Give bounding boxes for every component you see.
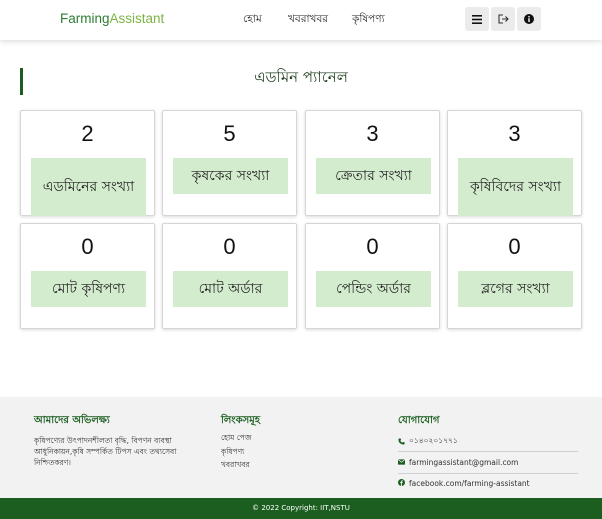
footer-link-products[interactable]: কৃষিপণ্য [221,447,244,459]
stat-card-agriculturists: 3 কৃষিবিদের সংখ্যা [447,110,582,216]
brand-part1: Farming [60,11,110,26]
footer-email[interactable]: farmingassistant@gmail.com [397,458,578,467]
brand-part2: Assistant [109,11,165,26]
footer-divider [398,451,578,452]
footer-email-text: farmingassistant@gmail.com [409,458,519,467]
stat-card-farmers: 5 কৃষকের সংখ্যা [162,110,297,216]
stat-value: 0 [508,234,521,259]
footer-link-news[interactable]: খবরাখবর [221,460,250,472]
footer-phone: ০১৪০২০১৭৭১ [398,436,578,448]
nav-products[interactable]: কৃষিপণ্য [352,12,385,29]
phone-icon [398,437,405,447]
stat-value: 0 [223,234,236,259]
footer-phone-text: ০১৪০২০১৭৭১ [409,436,458,445]
footer: আমাদের অভিলক্ষ্য কৃষিপণ্যের উৎপাদনশীলতা … [0,397,602,498]
footer-about-heading: আমাদের অভিলক্ষ্য [34,415,110,426]
stat-card-products: 0 মোট কৃষিপণ্য [20,223,155,329]
footer-facebook-text: facebook.com/farming-assistant [409,479,530,488]
page-title: এডমিন প্যানেল [254,68,348,86]
stat-label: পেন্ডিং অর্ডার [316,271,431,307]
footer-divider [398,473,578,474]
navbar: FarmingAssistant হোম খবরাখবর কৃষিপণ্য [0,0,602,40]
envelope-icon [397,458,406,467]
stat-value: 3 [366,121,379,146]
copyright-bar: © 2022 Copyright: IIT,NSTU [0,498,602,519]
nav-home[interactable]: হোম [243,12,262,29]
stat-label: কৃষকের সংখ্যা [173,158,288,194]
stat-card-pending-orders: 0 পেন্ডিং অর্ডার [305,223,440,329]
stat-label: ব্লগের সংখ্যা [458,271,573,307]
facebook-icon [398,479,405,488]
nav-news[interactable]: খবরাখবর [288,12,328,29]
stat-label: মোট অর্ডার [173,271,288,307]
footer-contact-heading: যোগাযোগ [398,415,440,426]
stat-card-orders: 0 মোট অর্ডার [162,223,297,329]
stat-value: 0 [81,234,94,259]
footer-about-text: কৃষিপণ্যের উৎপাদনশীলতা বৃদ্ধি, বিপণন ব্য… [34,436,177,467]
stat-label: কৃষিবিদের সংখ্যা [458,158,573,216]
stat-label: এডমিনের সংখ্যা [31,158,146,216]
menu-icon[interactable] [465,7,489,31]
stat-label: ক্রেতার সংখ্যা [316,158,431,194]
footer-links-heading: লিংকসমূহ [221,415,261,426]
stat-label: মোট কৃষিপণ্য [31,271,146,307]
stat-card-blogs: 0 ব্লগের সংখ্যা [447,223,582,329]
stat-value: 5 [223,121,236,146]
stat-value: 3 [508,121,521,146]
stat-value: 2 [81,121,94,146]
logout-icon[interactable] [491,7,515,31]
brand-logo[interactable]: FarmingAssistant [60,11,164,26]
stat-value: 0 [366,234,379,259]
stat-card-admins: 2 এডমিনের সংখ্যা [20,110,155,216]
info-icon[interactable] [517,7,541,31]
stat-card-buyers: 3 ক্রেতার সংখ্যা [305,110,440,216]
footer-facebook[interactable]: facebook.com/farming-assistant [398,479,578,488]
footer-link-home[interactable]: হোম পেজ [221,433,252,445]
